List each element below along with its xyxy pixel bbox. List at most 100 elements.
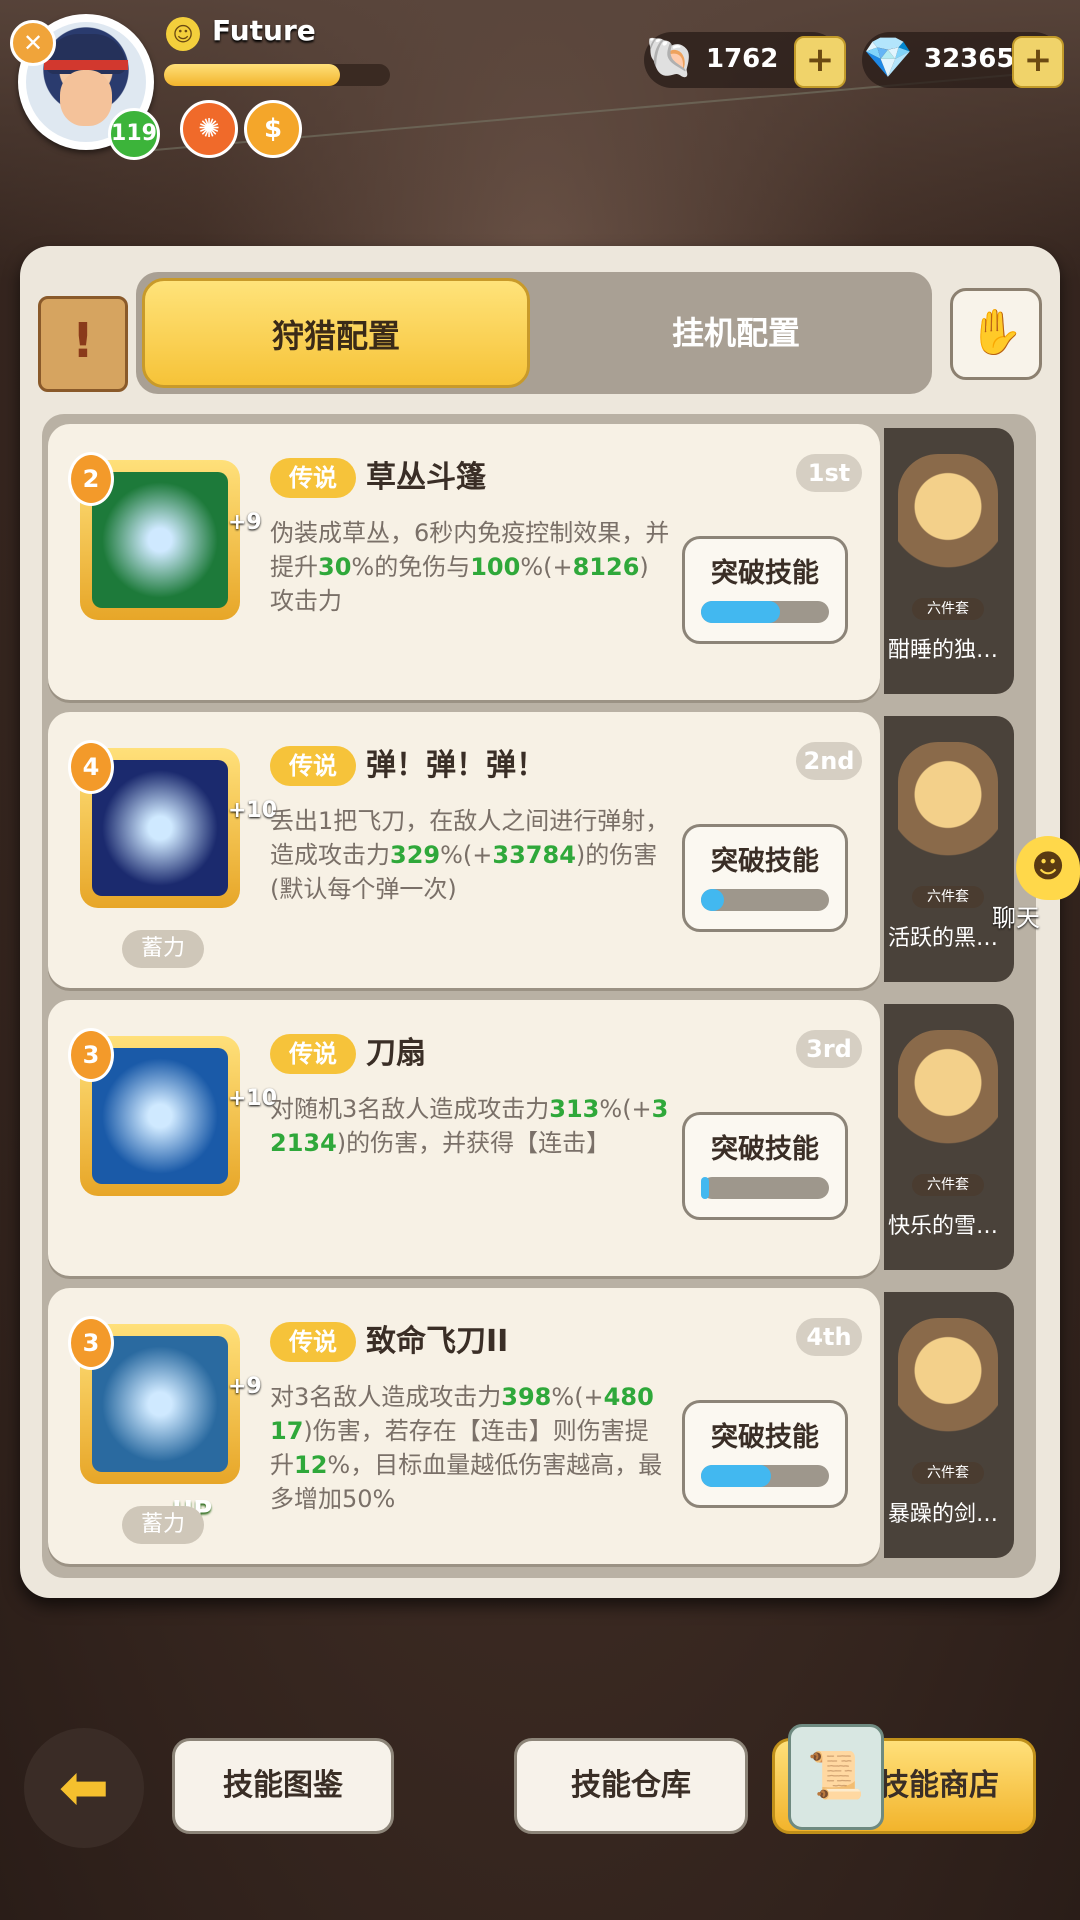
skill-description: 伪装成草丛，6秒内免疫控制效果，并提升30%的免伤与100%(+8126)攻击力 [270, 516, 670, 618]
skill-description-segment: 对3名敌人造成攻击力 [270, 1383, 502, 1411]
skill-name: 弹！弹！弹！ [366, 748, 546, 783]
skill-card[interactable]: +9 2 传说 草丛斗篷 1st 伪装成草丛，6秒内免疫控制效果，并提升30%的免伤与10… [48, 424, 880, 700]
breakthrough-progress [701, 601, 829, 623]
skill-star-level: 2 [68, 452, 114, 506]
player-name: Future [212, 14, 316, 47]
breakthrough-progress-fill [701, 889, 724, 911]
skill-icon [92, 1336, 228, 1472]
skill-icon [92, 472, 228, 608]
breakthrough-label: 突破技能 [711, 846, 819, 877]
skill-enhance-level: +9 [228, 1374, 262, 1399]
back-button[interactable]: ⬅ [24, 1728, 144, 1848]
skill-description-segment: 313 [549, 1095, 600, 1123]
pet-name: 暴躁的剑… [888, 1502, 999, 1527]
skill-star-level: 3 [68, 1028, 114, 1082]
tab-hunt-config[interactable]: 狩猎配置 [142, 278, 530, 388]
crystal-shell-icon: 💎 [863, 35, 913, 81]
pet-name: 酣睡的独… [888, 638, 999, 663]
pet-figure [898, 1318, 998, 1468]
breakthrough-button[interactable]: 突破技能 [682, 536, 848, 644]
pet-set-tag: 六件套 [912, 598, 984, 620]
breakthrough-button[interactable]: 突破技能 [682, 824, 848, 932]
breakthrough-label: 突破技能 [711, 1134, 819, 1165]
rarity-badge: 传说 [270, 1034, 356, 1074]
skill-description-segment: %，目标血量越低伤害越高，最多增加50% [270, 1451, 663, 1513]
shell-amount: 1762 [706, 44, 779, 74]
settings-icon[interactable]: ✕ [10, 20, 56, 66]
breakthrough-progress-fill [701, 601, 780, 623]
add-crystal-button[interactable]: + [1012, 36, 1064, 88]
skill-description-segment: %(+ [551, 1383, 604, 1411]
skill-codex-button[interactable]: 技能图鉴 [172, 1738, 394, 1834]
charge-tag: 蓄力 [122, 930, 204, 968]
avatar-face [60, 70, 112, 126]
skill-name: 刀扇 [366, 1036, 426, 1071]
breakthrough-button[interactable]: 突破技能 [682, 1400, 848, 1508]
skill-description-segment: 398 [501, 1383, 552, 1411]
shell-currency: 🐚 1762 + [644, 32, 846, 88]
avatar-headband [44, 60, 128, 70]
pet-slot[interactable]: 六件套 活跃的黑… [884, 716, 1014, 982]
shop-scroll-icon: 📜 [788, 1724, 884, 1830]
flame-buff-icon[interactable]: ✺ [180, 100, 238, 158]
skill-description-segment: %的免伤与 [351, 553, 471, 581]
pet-slot[interactable]: 六件套快乐的雪… [884, 1004, 1014, 1270]
add-shell-button[interactable]: + [794, 36, 846, 88]
pet-name: 快乐的雪… [888, 1214, 999, 1239]
skill-enhance-level: +9 [228, 510, 262, 535]
skill-description-segment: 对随机3名敌人造成攻击力 [270, 1095, 550, 1123]
breakthrough-progress-fill [701, 1177, 709, 1199]
back-arrow-icon: ⬅ [58, 1753, 110, 1823]
player-level-badge: 119 [108, 108, 160, 160]
pet-set-tag: 六件套 [912, 1174, 984, 1196]
breakthrough-progress [701, 1465, 829, 1487]
skill-card[interactable]: +10 4 蓄力 传说 弹！弹！弹！ 2nd 丢出1把飞刀，在敌人之间进行弹射，造成攻击力3… [48, 712, 880, 988]
skill-description-segment: 8126 [572, 553, 640, 581]
charge-tag: 蓄力 [122, 1506, 204, 1544]
breakthrough-progress [701, 889, 829, 911]
shell-icon: 🐚 [645, 35, 695, 81]
skill-star-level: 3 [68, 1316, 114, 1370]
breakthrough-label: 突破技能 [711, 558, 819, 589]
skill-description: 丢出1把飞刀，在敌人之间进行弹射，造成攻击力329%(+33784)的伤害(默认… [270, 804, 670, 906]
chat-icon[interactable]: ☻ [1016, 836, 1080, 900]
skill-description-segment: %(+ [440, 841, 493, 869]
pet-set-tag: 六件套 [912, 1462, 984, 1484]
map-hand-icon[interactable]: ✋ [950, 288, 1042, 380]
breakthrough-progress-fill [701, 1465, 771, 1487]
pet-figure [898, 454, 998, 604]
rarity-badge: 传说 [270, 458, 356, 498]
skill-description-segment: %(+ [599, 1095, 652, 1123]
breakthrough-progress [701, 1177, 829, 1199]
player-title-icon: ☺ [166, 17, 200, 51]
coin-buff-icon[interactable]: $ [244, 100, 302, 158]
pet-slot[interactable]: 六件套暴躁的剑… [884, 1292, 1014, 1558]
skill-warehouse-button[interactable]: 技能仓库 [514, 1738, 748, 1834]
skill-icon [92, 1048, 228, 1184]
xp-bar-fill [164, 64, 340, 86]
crystal-currency: 💎 323650 + [862, 32, 1064, 88]
skill-description-segment: %(+ [520, 553, 573, 581]
pet-figure [898, 1030, 998, 1180]
scroll-notice-icon[interactable]: ! [38, 296, 128, 392]
skill-name: 草丛斗篷 [366, 460, 486, 495]
skill-description-segment: 329 [390, 841, 441, 869]
tab-idle-config[interactable]: 挂机配置 [556, 278, 916, 388]
rarity-badge: 传说 [270, 746, 356, 786]
skill-slot-rank: 2nd [796, 742, 862, 780]
skill-slot-rank: 4th [796, 1318, 862, 1356]
skill-slot-rank: 3rd [796, 1030, 862, 1068]
pet-set-tag: 六件套 [912, 886, 984, 908]
skill-star-level: 4 [68, 740, 114, 794]
breakthrough-label: 突破技能 [711, 1422, 819, 1453]
skill-description: 对3名敌人造成攻击力398%(+48017)伤害，若存在【连击】则伤害提升12%… [270, 1380, 670, 1516]
skill-description-segment: )的伤害，并获得【连击】 [336, 1129, 611, 1157]
chat-label[interactable]: 聊天 [992, 898, 1040, 933]
pet-figure [898, 742, 998, 892]
breakthrough-button[interactable]: 突破技能 [682, 1112, 848, 1220]
skill-card[interactable]: +10 3 传说 刀扇 3rd 对随机3名敌人造成攻击力313%(+32134)的伤害，并… [48, 1000, 880, 1276]
rarity-badge: 传说 [270, 1322, 356, 1362]
pet-slot[interactable]: 六件套酣睡的独… [884, 428, 1014, 694]
skill-description-segment: 30 [318, 553, 352, 581]
skill-card[interactable]: UP+93蓄力传说致命飞刀II4th对3名敌人造成攻击力398%(+48017)… [48, 1288, 880, 1564]
